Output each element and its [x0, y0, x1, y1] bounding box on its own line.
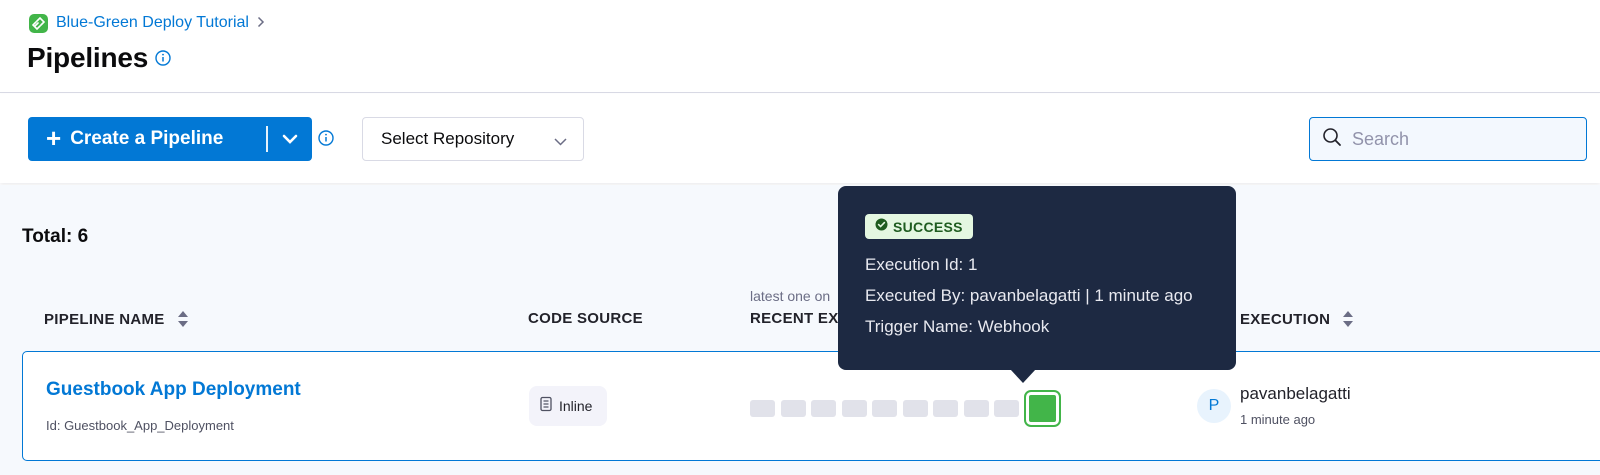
repository-select[interactable]: Select Repository	[362, 117, 584, 161]
total-count: Total: 6	[22, 226, 89, 247]
table-row[interactable]: Guestbook App Deployment Id: Guestbook_A…	[22, 351, 1600, 461]
breadcrumb: Blue-Green Deploy Tutorial	[29, 13, 265, 33]
execution-bar-empty	[811, 400, 836, 417]
search-icon	[1322, 127, 1342, 152]
status-badge: SUCCESS	[865, 214, 973, 239]
execution-bar-empty	[750, 400, 775, 417]
avatar: P	[1197, 389, 1231, 423]
create-pipeline-button[interactable]: + Create a Pipeline	[28, 117, 312, 161]
execution-bar-success[interactable]	[1023, 390, 1061, 427]
page-header: Blue-Green Deploy Tutorial Pipelines	[0, 0, 1600, 93]
execution-bar-empty	[963, 400, 989, 417]
breadcrumb-project-link[interactable]: Blue-Green Deploy Tutorial	[56, 14, 249, 32]
document-icon	[539, 396, 553, 417]
column-header-pipeline-name[interactable]: PIPELINE NAME	[44, 310, 189, 328]
create-pipeline-dropdown-button[interactable]	[268, 117, 312, 161]
info-icon[interactable]	[155, 50, 171, 66]
plus-icon: +	[46, 122, 62, 153]
recent-executions-bars	[750, 390, 1061, 427]
pipeline-name-link[interactable]: Guestbook App Deployment	[46, 379, 301, 401]
execution-bar-empty	[872, 400, 897, 417]
trigger-name: Trigger Name: Webhook	[865, 317, 1050, 336]
code-source-label: Inline	[559, 398, 593, 414]
column-header-code-source: CODE SOURCE	[528, 310, 643, 327]
status-text: SUCCESS	[893, 218, 963, 235]
pipeline-id: Id: Guestbook_App_Deployment	[46, 418, 234, 433]
page-title: Pipelines	[27, 42, 149, 73]
check-circle-icon	[875, 218, 888, 236]
column-header-label: PIPELINE NAME	[44, 310, 165, 328]
column-header-label: EXECUTION	[1240, 310, 1331, 328]
button-divider	[266, 126, 268, 152]
page-title-row: Pipelines	[27, 42, 171, 74]
column-header-label: CODE SOURCE	[528, 310, 643, 327]
sort-icon[interactable]	[1342, 310, 1354, 328]
execution-bar-empty	[933, 400, 958, 417]
last-executed-time: 1 minute ago	[1240, 412, 1316, 427]
column-header-recent-executions: RECENT EX	[750, 310, 839, 327]
project-logo-icon	[29, 13, 48, 33]
code-source-badge: Inline	[529, 386, 607, 426]
toolbar: + Create a Pipeline Select Repository	[0, 94, 1600, 183]
executed-by: Executed By: pavanbelagatti | 1 minute a…	[865, 286, 1193, 305]
last-executed-by: pavanbelagatti	[1240, 384, 1351, 403]
execution-tooltip: SUCCESS Execution Id: 1 Executed By: pav…	[838, 186, 1236, 370]
search-box[interactable]	[1309, 117, 1587, 161]
sort-icon[interactable]	[177, 310, 189, 328]
search-input[interactable]	[1352, 128, 1572, 150]
execution-bar-empty	[780, 400, 806, 417]
chevron-right-icon	[257, 15, 265, 31]
execution-bar-empty	[902, 400, 928, 417]
chevron-down-icon	[554, 133, 567, 151]
execution-bar-empty	[841, 400, 867, 417]
create-pipeline-main[interactable]: + Create a Pipeline	[28, 117, 266, 161]
info-icon[interactable]	[318, 130, 334, 146]
create-pipeline-label: Create a Pipeline	[70, 128, 224, 149]
column-header-label: RECENT EX	[750, 310, 839, 327]
pipelines-list: Total: 6 latest one on PIPELINE NAME COD…	[0, 185, 1600, 475]
execution-id: Execution Id: 1	[865, 255, 978, 274]
recent-executions-sublabel: latest one on	[750, 288, 831, 304]
repository-select-label: Select Repository	[381, 129, 515, 148]
chevron-down-icon	[282, 134, 298, 144]
tooltip-arrow	[1010, 369, 1036, 383]
column-header-last-execution[interactable]: EXECUTION	[1240, 310, 1354, 328]
execution-bar-empty	[994, 400, 1019, 417]
